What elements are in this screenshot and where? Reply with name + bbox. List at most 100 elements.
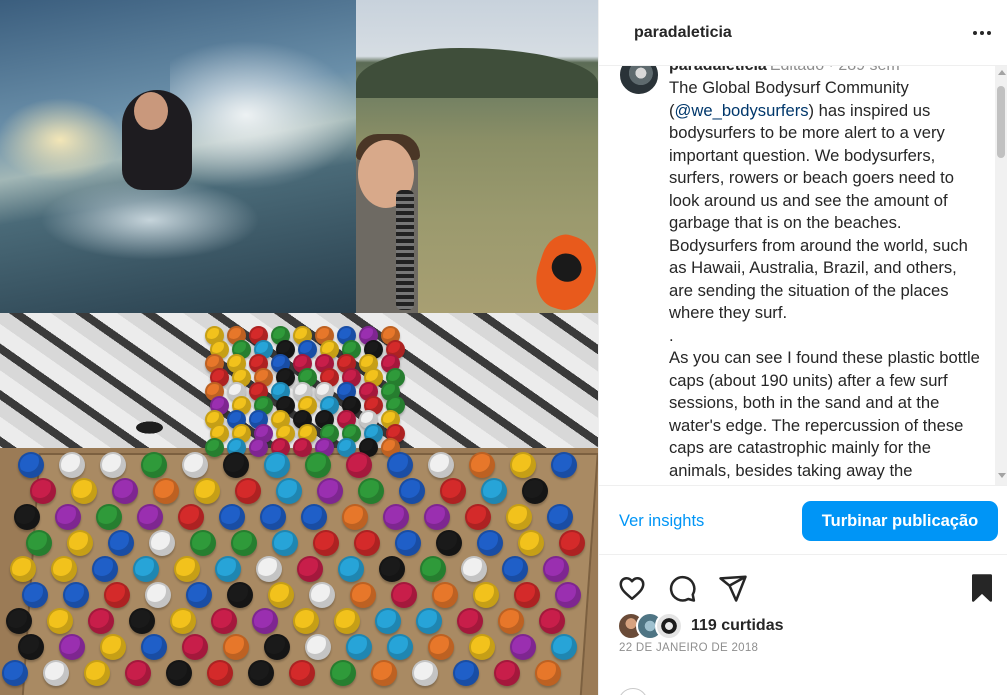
bottle-cap [190,530,216,556]
bottle-cap [141,634,167,660]
bottle-cap [518,530,544,556]
bookmark-icon[interactable] [967,573,997,603]
bottle-cap [227,582,253,608]
avatar[interactable] [618,66,660,96]
bottle-cap [293,608,319,634]
bottle-cap [248,660,274,686]
mention-link[interactable]: @we_bodysurfers [675,101,809,120]
bottle-cap [43,660,69,686]
bottle-cap [104,582,130,608]
bottle-cap [559,530,585,556]
bottle-cap [346,634,372,660]
bottle-cap [289,660,315,686]
bottle-cap [387,452,413,478]
bottle-cap [84,660,110,686]
bottle-cap [215,556,241,582]
bottle-cap [383,504,409,530]
likes-summary[interactable]: 119 curtidas [617,612,784,640]
bottle-cap [174,556,200,582]
bottle-cap [506,504,532,530]
bottle-cap [494,660,520,686]
bottle-cap [30,478,56,504]
bottle-cap [301,504,327,530]
scroll-up-arrow-icon[interactable] [998,70,1006,75]
post-actions [599,556,1007,616]
caption-separator: . [669,325,674,345]
bottle-cap [477,530,503,556]
bottle-cap [358,478,384,504]
bottle-cap [6,608,32,634]
bottle-cap [88,608,114,634]
bottle-cap [149,530,175,556]
bottle-cap [387,634,413,660]
bottle-cap [551,634,577,660]
bottle-cap [399,478,425,504]
bottle-cap [223,634,249,660]
bottle-cap [249,438,268,457]
bottle-cap [522,478,548,504]
boost-post-button[interactable]: Turbinar publicação [802,501,998,541]
bottle-cap [412,660,438,686]
bottle-cap [100,634,126,660]
bottle-cap [18,452,44,478]
comment-icon[interactable] [667,573,697,603]
bottle-cap [170,608,196,634]
view-insights-link[interactable]: Ver insights [619,512,704,531]
bottle-cap [510,634,536,660]
bottle-cap [223,452,249,478]
bottle-cap [133,556,159,582]
bottle-cap [465,504,491,530]
bottle-cap [137,504,163,530]
bottle-cap [309,582,335,608]
bottle-cap [211,608,237,634]
bottle-cap [153,478,179,504]
bottle-cap [555,582,581,608]
bottle-cap [350,582,376,608]
caption-text: The Global Bodysurf Community (@we_bodys… [669,77,981,482]
bottle-cap [108,530,134,556]
caption-text-part: ) has inspired us bodysurfers to be more… [669,100,968,323]
post-header: paradaleticia [599,0,1007,66]
bottle-cap [182,634,208,660]
bottle-cap [342,504,368,530]
bottle-cap [145,582,171,608]
caption-scrollbar[interactable] [995,66,1007,485]
comment-avatar [618,688,648,695]
heart-icon[interactable] [617,573,647,603]
bottle-cap [457,608,483,634]
bottle-cap [297,556,323,582]
post-media[interactable] [0,0,598,695]
bottle-cap [260,504,286,530]
bottle-cap [514,582,540,608]
likes-count[interactable]: 119 curtidas [691,617,784,635]
bottle-cap [420,556,446,582]
share-icon[interactable] [718,573,748,603]
scroll-thumb[interactable] [997,86,1005,158]
bottle-cap [334,608,360,634]
scroll-down-arrow-icon[interactable] [998,473,1006,478]
bottle-cap [219,504,245,530]
bottle-cap [141,452,167,478]
bottle-cap [22,582,48,608]
bottle-cap [481,478,507,504]
bottle-cap [330,660,356,686]
post-username[interactable]: paradaleticia [634,24,732,42]
bottle-cap [256,556,282,582]
bottle-cap [264,452,290,478]
caption-username[interactable]: paradaleticia [669,66,767,74]
bottle-cap [178,504,204,530]
bottle-cap [436,530,462,556]
bottle-cap [473,582,499,608]
bottle-cap [268,582,294,608]
bottle-cap [264,634,290,660]
bottle-cap [440,478,466,504]
bottle-cap [18,634,44,660]
bottle-cap [207,660,233,686]
bottle-cap [498,608,524,634]
bottle-cap [71,478,97,504]
bottle-cap [371,660,397,686]
bottle-cap [10,556,36,582]
bottle-cap [416,608,442,634]
more-horizontal-icon[interactable] [971,22,993,44]
bottle-cap [469,634,495,660]
